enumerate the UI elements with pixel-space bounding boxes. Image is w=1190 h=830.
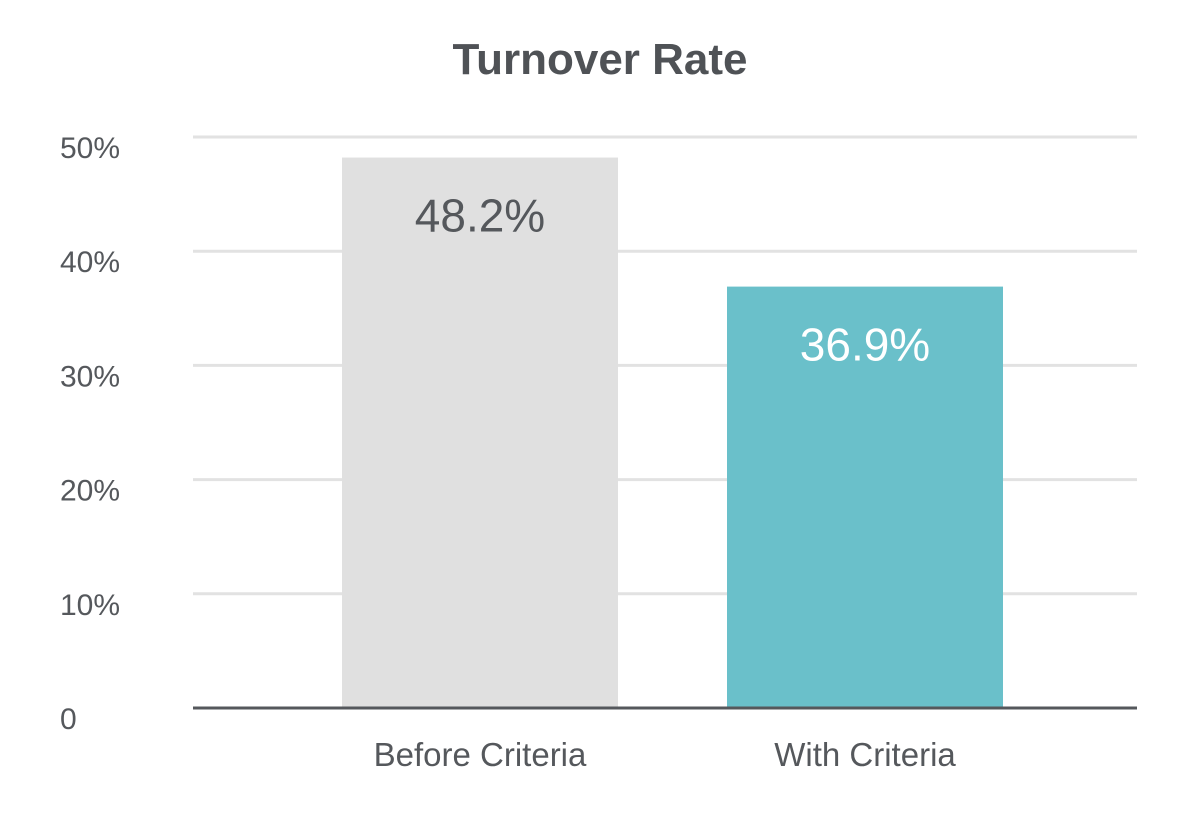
x-axis-labels: Before Criteria With Criteria [374,736,957,773]
y-axis-ticks: 0 10% 20% 30% 40% 50% [60,132,120,736]
chart-title: Turnover Rate [452,35,747,84]
y-tick-label: 40% [60,246,120,279]
bar-chart: Turnover Rate 0 10% 20% 30% 40% 50% 48.2% 36.9… [60,35,1137,773]
y-tick-label: 50% [60,132,120,165]
x-tick-label: With Criteria [774,736,956,773]
y-tick-label: 10% [60,589,120,622]
x-tick-label: Before Criteria [374,736,587,773]
y-tick-label: 0 [60,703,77,736]
y-tick-label: 20% [60,475,120,508]
bars: 48.2% 36.9% [342,157,1003,708]
y-tick-label: 30% [60,360,120,393]
data-label: 48.2% [415,190,545,242]
data-label: 36.9% [800,319,930,371]
